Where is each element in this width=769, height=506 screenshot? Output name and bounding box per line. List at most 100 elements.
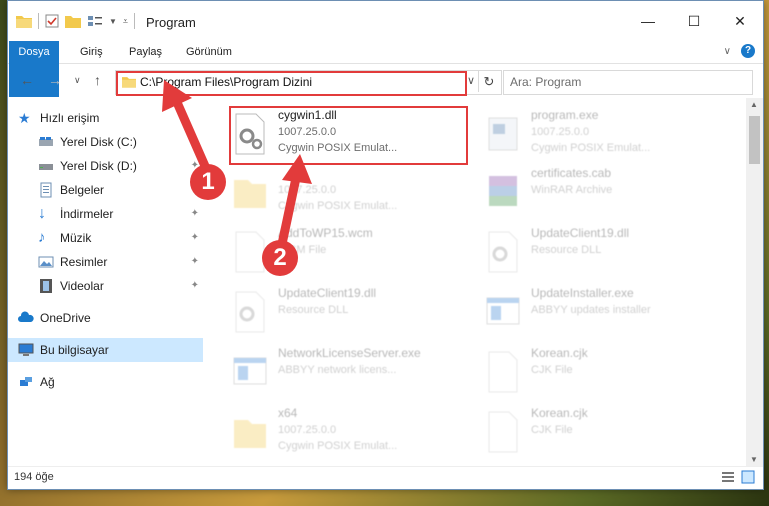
file-item-updateclient19-b[interactable]: UpdateClient19.dll Resource DLL — [230, 282, 470, 338]
file-item-program-exe[interactable]: program.exe 1007.25.0.0 Cygwin POSIX Emu… — [483, 104, 723, 160]
customize-qat-icon[interactable]: ⩡ — [123, 16, 128, 27]
search-input[interactable]: Ara: Program — [503, 70, 753, 95]
sidebar-item-network[interactable]: Ağ — [8, 370, 203, 394]
scroll-up-icon[interactable]: ▲ — [750, 100, 758, 109]
search-placeholder: Ara: Program — [510, 75, 582, 89]
sidebar-item-label: Ağ — [40, 375, 55, 389]
document-icon — [40, 182, 52, 198]
drive-icon — [39, 164, 53, 170]
drive-icon — [39, 137, 53, 146]
file-version: 1007.25.0.0 — [531, 126, 590, 138]
divider — [38, 13, 39, 29]
close-button[interactable]: ✕ — [717, 1, 763, 41]
dll-gear-icon — [235, 291, 265, 333]
dll-gear-icon — [488, 231, 518, 273]
sidebar-item-label: OneDrive — [40, 311, 91, 325]
pin-icon[interactable]: ✦ — [191, 256, 199, 267]
file-item-x64[interactable]: x64 1007.25.0.0 Cygwin POSIX Emulat... — [230, 402, 470, 458]
sidebar-item-label: Videolar — [60, 279, 104, 293]
sidebar-item-label: İndirmeler — [60, 207, 114, 221]
ribbon-tabs: Dosya Giriş Paylaş Görünüm ∨ ? — [8, 41, 763, 97]
file-item-updateinstaller[interactable]: UpdateInstaller.exe ABBYY updates instal… — [483, 282, 723, 338]
file-item-korean-b[interactable]: Korean.cjk CJK File — [483, 402, 723, 458]
new-folder-icon[interactable] — [65, 14, 81, 28]
file-description: Cygwin POSIX Emulat... — [278, 200, 398, 212]
folder-icon[interactable] — [16, 14, 32, 28]
file-item-updateclient19-a[interactable]: UpdateClient19.dll Resource DLL — [483, 222, 723, 278]
network-icon — [20, 377, 32, 386]
tiles-view-icon[interactable] — [741, 470, 755, 484]
maximize-button[interactable]: ☐ — [671, 1, 717, 41]
window-title: Program — [146, 15, 196, 30]
sidebar-item-music[interactable]: ♪ Müzik ✦ — [8, 226, 203, 250]
file-item-networklicenseserver[interactable]: NetworkLicenseServer.exe ABBYY network l… — [230, 342, 470, 398]
file-item-korean-a[interactable]: Korean.cjk CJK File — [483, 342, 723, 398]
pin-icon[interactable]: ✦ — [191, 208, 199, 219]
recent-locations-icon[interactable]: ∨ — [74, 75, 81, 86]
blank-file-icon — [488, 351, 518, 393]
sidebar-item-label: Hızlı erişim — [40, 111, 100, 125]
tab-gorunum[interactable]: Görünüm — [186, 41, 232, 63]
exe-icon — [488, 117, 518, 151]
properties-icon[interactable] — [45, 14, 59, 28]
up-arrow-icon[interactable]: ↑ — [94, 72, 101, 88]
file-description: Cygwin POSIX Emulat... — [531, 142, 651, 154]
sidebar-item-label: Bu bilgisayar — [40, 343, 109, 357]
sidebar-item-documents[interactable]: Belgeler ✦ — [8, 178, 203, 202]
view-icon[interactable] — [87, 14, 103, 28]
folder-icon — [234, 180, 266, 208]
help-icon[interactable]: ? — [741, 44, 755, 58]
navigation-pane: ★ Hızlı erişim Yerel Disk (C:) Yerel Dis… — [8, 98, 203, 458]
chevron-down-icon[interactable]: ▼ — [109, 17, 117, 26]
file-name: UpdateInstaller.exe — [531, 286, 634, 300]
file-name: x64 — [278, 406, 298, 420]
sidebar-item-this-pc[interactable]: Bu bilgisayar — [8, 338, 203, 362]
file-item-hidden[interactable]: 1007.25.0.0 Cygwin POSIX Emulat... — [230, 162, 470, 218]
folder-icon — [234, 420, 266, 448]
view-toggle — [721, 470, 755, 484]
sidebar-item-local-disk-c[interactable]: Yerel Disk (C:) — [8, 130, 203, 154]
sidebar-item-local-disk-d[interactable]: Yerel Disk (D:) ✦ — [8, 154, 203, 178]
status-bar: 194 öğe — [8, 466, 763, 489]
minimize-button[interactable]: — — [625, 1, 671, 41]
file-version: WinRAR Archive — [531, 184, 613, 196]
scroll-down-icon[interactable]: ▼ — [750, 455, 758, 464]
scroll-thumb[interactable] — [749, 116, 760, 164]
tab-paylas[interactable]: Paylaş — [129, 41, 162, 63]
chevron-down-icon[interactable]: ∨ — [467, 74, 475, 87]
ribbon-right: ∨ ? — [724, 44, 755, 58]
file-version: Resource DLL — [278, 304, 349, 316]
picture-icon — [38, 256, 54, 268]
file-name: certificates.cab — [531, 166, 612, 180]
pin-icon[interactable]: ✦ — [191, 232, 199, 243]
file-description: Cygwin POSIX Emulat... — [278, 440, 398, 452]
divider — [134, 13, 135, 29]
file-highlight — [229, 106, 468, 165]
cloud-icon — [18, 311, 34, 322]
sidebar-item-pictures[interactable]: Resimler ✦ — [8, 250, 203, 274]
sidebar-item-quick-access[interactable]: ★ Hızlı erişim — [8, 106, 203, 130]
back-arrow-icon[interactable]: ← — [20, 72, 34, 88]
blank-file-icon — [488, 411, 518, 453]
file-name: program.exe — [531, 108, 599, 122]
download-arrow-icon: ↓ — [38, 205, 46, 222]
forward-arrow-icon[interactable]: → — [48, 72, 62, 88]
file-name: NetworkLicenseServer.exe — [278, 346, 421, 360]
file-version: CJK File — [531, 364, 573, 376]
sidebar-item-onedrive[interactable]: OneDrive — [8, 306, 203, 330]
tab-giris[interactable]: Giriş — [80, 41, 103, 63]
details-view-icon[interactable] — [721, 470, 735, 484]
refresh-icon[interactable]: ↻ — [478, 71, 499, 92]
file-version: ABBYY network licens... — [278, 364, 397, 376]
expand-ribbon-icon[interactable]: ∨ — [724, 46, 731, 57]
quick-access-toolbar: ▼ ⩡ — [16, 13, 135, 29]
sidebar-item-videos[interactable]: Videolar ✦ — [8, 274, 203, 298]
file-name: Korean.cjk — [531, 346, 588, 360]
file-version: 1007.25.0.0 — [278, 184, 337, 196]
pin-icon[interactable]: ✦ — [191, 280, 199, 291]
vertical-scrollbar[interactable]: ▲ ▼ — [746, 98, 763, 466]
sidebar-item-label: Belgeler — [60, 183, 105, 197]
file-version: ABBYY updates installer — [531, 304, 651, 316]
file-item-certificates[interactable]: certificates.cab WinRAR Archive — [483, 162, 723, 218]
sidebar-item-downloads[interactable]: ↓ İndirmeler ✦ — [8, 202, 203, 226]
